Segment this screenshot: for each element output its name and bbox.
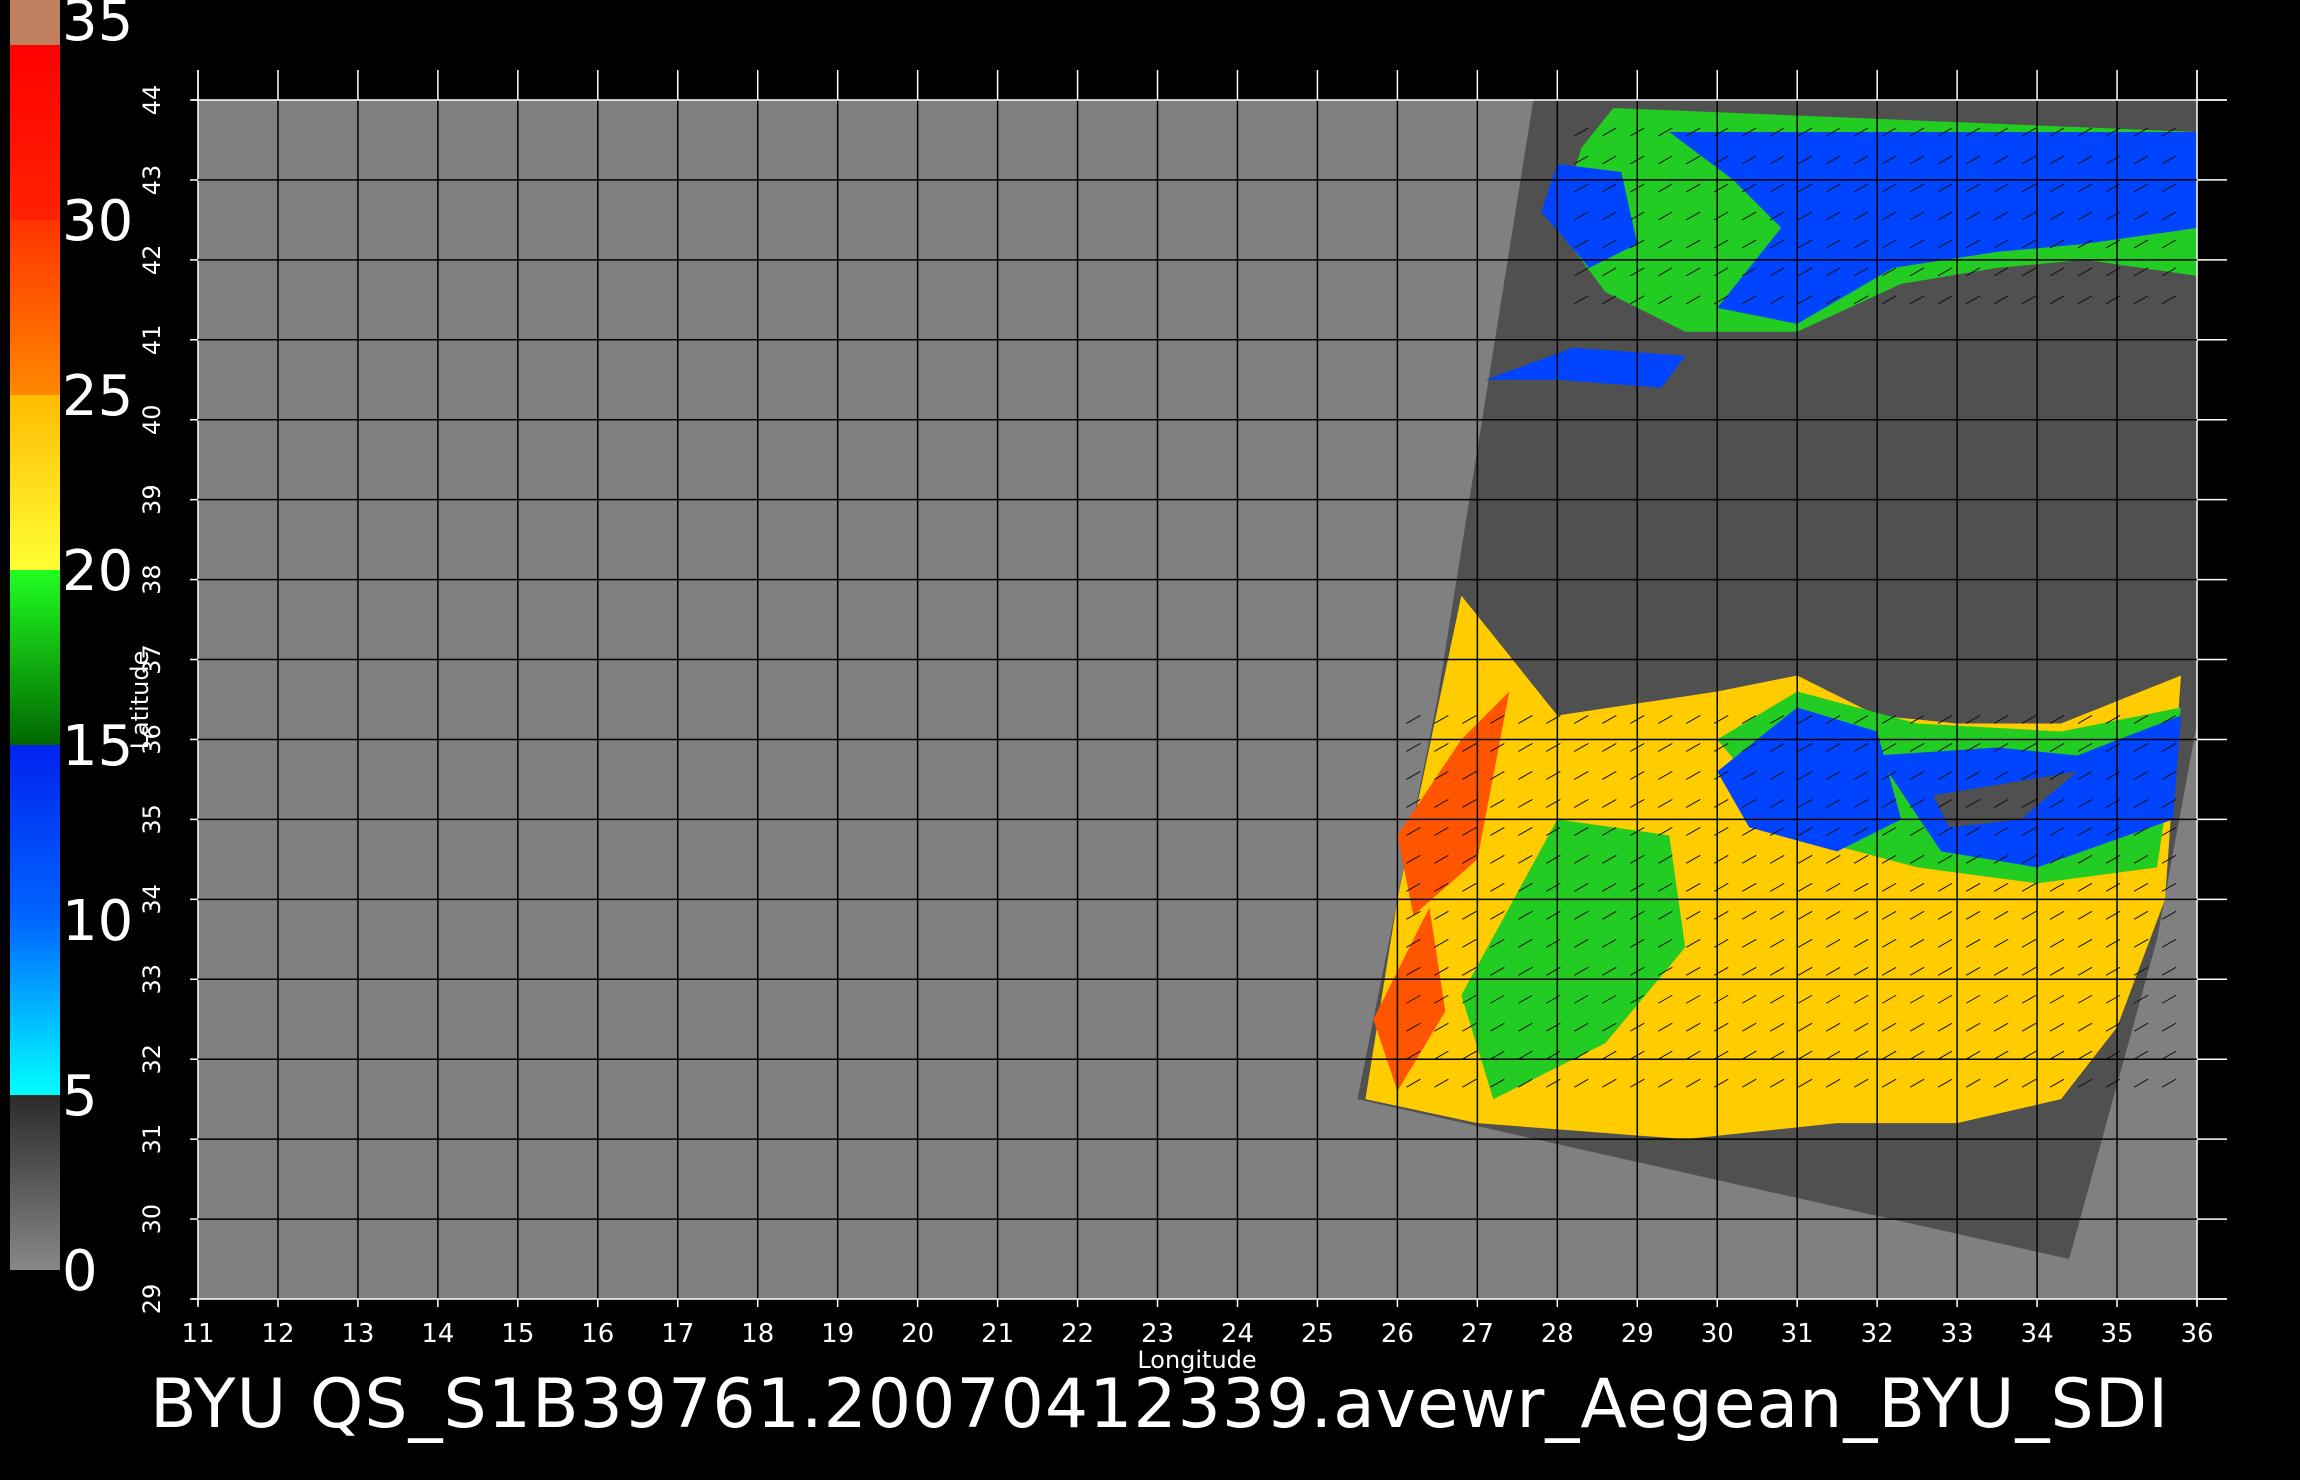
colorbar: 0 5 10 15 20 25 30 35 [10,0,133,1304]
x-tick-label: 11 [181,1319,214,1349]
x-tick-label: 36 [2180,1319,2213,1349]
x-tick-label: 31 [1781,1319,1814,1349]
colorbar-band [10,920,60,1095]
y-tick-label: 42 [138,245,166,276]
x-tick-label: 35 [2100,1319,2133,1349]
x-tick-label: 19 [821,1319,854,1349]
colorbar-label: 10 [62,889,133,954]
colorbar-label: 20 [62,539,133,604]
x-tick-label: 21 [981,1319,1014,1349]
colorbar-label: 30 [62,189,133,254]
colorbar-label: 35 [62,0,133,54]
y-tick-label: 35 [138,804,166,835]
y-tick-label: 33 [138,964,166,995]
y-tick-label: 43 [138,165,166,196]
colorbar-band [10,0,60,45]
colorbar-label: 0 [62,1239,98,1304]
x-tick-label: 18 [741,1319,774,1349]
y-tick-label: 30 [138,1204,166,1235]
colorbar-label: 25 [62,364,133,429]
image-title: BYU QS_S1B39761.20070412339.avewr_Aegean… [150,1365,2170,1444]
wind-map: 0 5 10 15 20 25 30 35 11 12 13 14 15 16 17 18 19 20 21 22 2… [10,0,2227,1374]
y-tick-label: 31 [138,1124,166,1155]
y-tick-label: 41 [138,325,166,356]
x-tick-label: 17 [661,1319,694,1349]
x-tick-label: 14 [421,1319,454,1349]
x-tick-label: 27 [1461,1319,1494,1349]
colorbar-band [10,1095,60,1270]
x-tick-label: 30 [1701,1319,1734,1349]
colorbar-band [10,45,60,220]
y-tick-label: 39 [138,484,166,515]
x-tick-label: 23 [1141,1319,1174,1349]
colorbar-band [10,745,60,920]
x-tick-label: 34 [2021,1319,2054,1349]
colorbar-band [10,220,60,395]
colorbar-label: 5 [62,1064,98,1129]
x-tick-label: 28 [1541,1319,1574,1349]
y-tick-label: 44 [138,85,166,116]
x-tick-label: 20 [901,1319,934,1349]
y-tick-label: 40 [138,404,166,435]
x-tick-label: 16 [581,1319,614,1349]
colorbar-band [10,570,60,745]
y-tick-label: 32 [138,1044,166,1075]
x-tick-label: 24 [1221,1319,1254,1349]
y-tick-label: 34 [138,884,166,915]
y-tick-label: 38 [138,564,166,595]
x-tick-label: 33 [1941,1319,1974,1349]
x-tick-label: 32 [1861,1319,1894,1349]
x-tick-label: 29 [1621,1319,1654,1349]
x-tick-label: 25 [1301,1319,1334,1349]
x-tick-label: 12 [261,1319,294,1349]
x-tick-label: 15 [501,1319,534,1349]
x-tick-label: 22 [1061,1319,1094,1349]
y-axis-label: Latitude [126,651,154,750]
colorbar-label: 15 [62,714,133,779]
x-tick-label: 13 [341,1319,374,1349]
colorbar-band [10,395,60,570]
y-tick-label: 29 [138,1284,166,1315]
x-tick-label: 26 [1381,1319,1414,1349]
